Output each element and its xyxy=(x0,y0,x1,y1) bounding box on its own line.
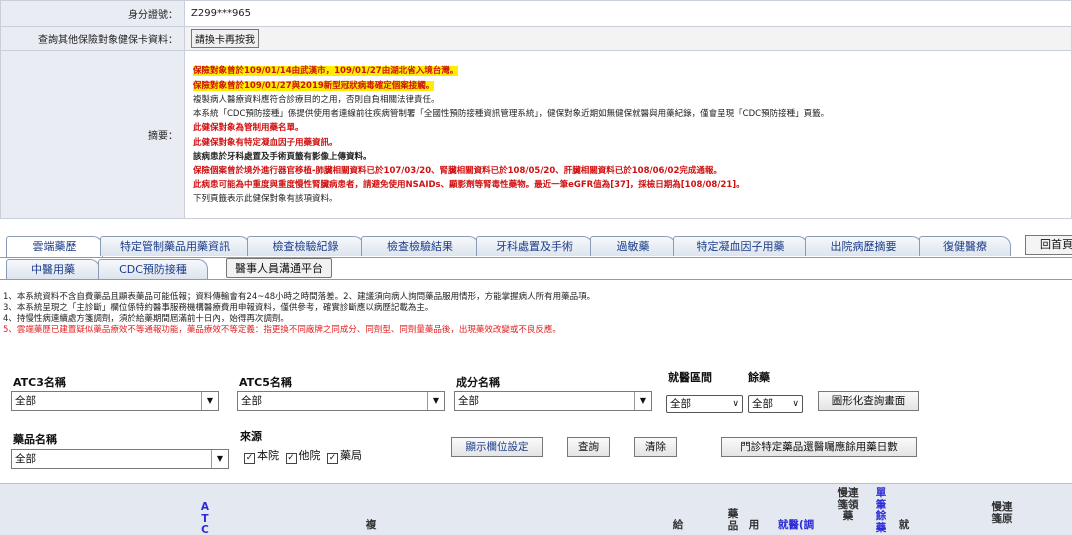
summary-line-text: 複製病人醫療資料應符合診療目的之用，否則自負相關法律責任。 xyxy=(193,94,440,105)
note-line: 1、本系統資料不含自費藥品且顯表藥品可能低報；資料傳輸會有24~48小時之時間落… xyxy=(3,292,596,302)
summary-line-text: 下列頁籤表示此健保對象有該項資料。 xyxy=(193,194,338,205)
chevron-down-icon: ▼ xyxy=(427,392,444,410)
medication-grid-header: ATC 複 給 藥品 用 就醫(調 慢連箋領藥 單筆餘藥 就 慢連箋原 xyxy=(0,483,1072,535)
period-label: 就醫區間 xyxy=(668,371,712,384)
tab-cdc-vaccination[interactable]: CDC預防接種 xyxy=(98,259,208,279)
tab-staff-platform[interactable]: 醫事人員溝通平台 xyxy=(226,258,332,278)
chevron-down-icon: ∨ xyxy=(732,399,739,409)
checkbox-checked[interactable]: ✓ xyxy=(327,453,338,464)
drug-name-value: 全部 xyxy=(15,453,36,465)
source-checkboxes: ✓ 本院 ✓ 他院 ✓ 藥局 xyxy=(244,447,362,464)
note-line-alert: 5、雲端藥歷已建置疑似藥品療效不等通報功能，藥品療效不等定義：指更換不同廠牌之同… xyxy=(3,325,561,335)
col-header-atc[interactable]: ATC xyxy=(199,501,211,535)
summary-line-text: 保險個案曾於境外進行器官移植-肺臟相關資料已於107/03/20、腎臟相關資料已… xyxy=(193,165,722,176)
tab-dental[interactable]: 牙科處置及手術 xyxy=(476,236,593,256)
home-button[interactable]: 回首頁 xyxy=(1025,235,1072,255)
patient-info-table: 身分證號： Z299***965 查詢其他保險對象健保卡資料： 請換卡再按我 摘… xyxy=(0,0,1072,219)
ingredient-value: 全部 xyxy=(458,395,479,407)
tab-cloud-medication[interactable]: 雲端藥歷 xyxy=(6,236,103,257)
atc5-value: 全部 xyxy=(241,395,262,407)
remaining-select[interactable]: 全部 ∨ xyxy=(748,395,803,413)
tab-exam-results[interactable]: 檢查檢驗結果 xyxy=(361,236,479,256)
col-header-dispense[interactable]: 給 xyxy=(671,519,685,532)
col-header-chronic-dispense[interactable]: 慢連箋領藥 xyxy=(836,487,860,523)
note-line: 4、持慢性病連續處方箋調劑，須於給藥期間屆滿前十日內，始得再次調劑。 xyxy=(3,314,289,324)
ingredient-select[interactable]: 全部 ▼ xyxy=(454,391,652,411)
col-header-drug[interactable]: 藥品 xyxy=(727,508,739,532)
tab-controlled-drugs[interactable]: 特定管制藥品用藥資訊 xyxy=(100,236,250,256)
remaining-value: 全部 xyxy=(752,398,773,410)
atc3-select[interactable]: 全部 ▼ xyxy=(11,391,219,411)
summary-line: 此健保對象為管制用藥名單。 xyxy=(193,121,1071,135)
id-label: 身分證號： xyxy=(0,0,185,27)
summary-line-text: 此健保對象為管制用藥名單。 xyxy=(193,123,304,134)
clear-button[interactable]: 清除 xyxy=(634,437,677,457)
atc3-label: ATC3名稱 xyxy=(13,376,66,389)
summary-line-text: 保險對象曾於109/01/14由武漢市，109/01/27由湖北省入境台灣。 xyxy=(193,66,459,77)
summary-line-text: 本系統「CDC預防接種」係提供使用者連線前往疾病管制署「全國性預防接種資訊管理系… xyxy=(193,109,830,120)
chevron-down-icon: ▼ xyxy=(201,392,218,410)
swap-card-button[interactable]: 請換卡再按我 xyxy=(191,29,259,48)
summary-line: 保險對象曾於109/01/14由武漢市，109/01/27由湖北省入境台灣。 xyxy=(193,64,1071,78)
source-label: 來源 xyxy=(240,430,262,443)
col-header-usage[interactable]: 用 xyxy=(747,519,761,532)
source-option[interactable]: ✓ 本院 xyxy=(244,449,279,464)
checkbox-checked[interactable]: ✓ xyxy=(244,453,255,464)
summary-line: 本系統「CDC預防接種」係提供使用者連線前往疾病管制署「全國性預防接種資訊管理系… xyxy=(193,107,1071,121)
ingredient-label: 成分名稱 xyxy=(456,376,500,389)
chevron-down-icon: ∨ xyxy=(792,399,799,409)
tab-bar-secondary: 中醫用藥 CDC預防接種 醫事人員溝通平台 xyxy=(0,258,1072,280)
col-header-chronic-original[interactable]: 慢連箋原 xyxy=(990,501,1014,525)
summary-line-text: 此健保對象有特定凝血因子用藥資訊。 xyxy=(193,137,338,148)
summary-label: 摘要： xyxy=(0,50,185,219)
summary-line: 保險對象曾於109/01/27與2019新型冠狀病毒確定個案接觸。 xyxy=(193,79,1071,93)
summary-line: 該病患於牙科處置及手術頁籤有影像上傳資料。 xyxy=(193,150,1071,164)
chevron-down-icon: ▼ xyxy=(634,392,651,410)
tab-bar-primary: 雲端藥歷 特定管制藥品用藥資訊 檢查檢驗紀錄 檢查檢驗結果 牙科處置及手術 過敏… xyxy=(0,234,1072,258)
source-option[interactable]: ✓ 藥局 xyxy=(327,449,362,464)
remaining-label: 餘藥 xyxy=(748,371,770,384)
display-columns-button[interactable]: 顯示欄位設定 xyxy=(451,437,543,457)
atc5-select[interactable]: 全部 ▼ xyxy=(237,391,445,411)
source-option[interactable]: ✓ 他院 xyxy=(285,449,321,464)
tab-chinese-medicine[interactable]: 中醫用藥 xyxy=(6,259,100,279)
summary-line: 此病患可能為中重度與重度慢性腎臟病患者，請避免使用NSAIDs、顯影劑等腎毒性藥… xyxy=(193,178,1071,192)
col-header-copy[interactable]: 複 xyxy=(364,519,378,532)
atc5-label: ATC5名稱 xyxy=(239,376,292,389)
note-line: 3、本系統呈現之「主診斷」欄位係特約醫事服務機構醫療費用申報資料，僅供參考，確實… xyxy=(3,303,434,313)
tab-discharge-summary[interactable]: 出院病歷摘要 xyxy=(805,236,922,256)
other-insured-label: 查詢其他保險對象健保卡資料： xyxy=(0,26,185,51)
summary-line-text: 該病患於牙科處置及手術頁籤有影像上傳資料。 xyxy=(193,151,372,162)
checkbox-checked[interactable]: ✓ xyxy=(285,453,297,464)
query-button[interactable]: 查詢 xyxy=(567,437,610,457)
summary-line-text: 保險對象曾於109/01/27與2019新型冠狀病毒確定個案接觸。 xyxy=(193,80,435,91)
atc3-value: 全部 xyxy=(15,395,36,407)
id-value: Z299***965 xyxy=(184,0,1072,27)
drug-name-select[interactable]: 全部 ▼ xyxy=(11,449,229,469)
chevron-down-icon: ▼ xyxy=(211,450,228,468)
tab-exam-records[interactable]: 檢查檢驗紀錄 xyxy=(247,236,364,256)
notes: 1、本系統資料不含自費藥品且顯表藥品可能低報；資料傳輸會有24~48小時之時間落… xyxy=(3,292,595,336)
summary-line: 下列頁籤表示此健保對象有該項資料。 xyxy=(193,192,1071,206)
col-header-visit[interactable]: 就 xyxy=(897,519,911,532)
tab-allergy[interactable]: 過敏藥 xyxy=(590,236,676,256)
summary-line: 此健保對象有特定凝血因子用藥資訊。 xyxy=(193,136,1071,150)
outpatient-days-button[interactable]: 門診特定藥品還醫囑應餘用藥日數 xyxy=(721,437,917,457)
col-header-visit-date[interactable]: 就醫(調 xyxy=(771,519,821,532)
tab-coagulation[interactable]: 特定凝血因子用藥 xyxy=(673,236,808,256)
period-value: 全部 xyxy=(670,398,691,410)
period-select[interactable]: 全部 ∨ xyxy=(666,395,743,413)
drug-name-label: 藥品名稱 xyxy=(13,433,57,446)
graph-query-button[interactable]: 圖形化查詢畫面 xyxy=(818,391,919,411)
summary-line-text: 此病患可能為中重度與重度慢性腎臟病患者，請避免使用NSAIDs、顯影劑等腎毒性藥… xyxy=(193,180,745,191)
summary-list: 保險對象曾於109/01/14由武漢市，109/01/27由湖北省入境台灣。 保險… xyxy=(191,60,1071,208)
summary-line: 複製病人醫療資料應符合診療目的之用，否則自負相關法律責任。 xyxy=(193,93,1071,107)
tab-rehab[interactable]: 復健醫療 xyxy=(919,236,1011,256)
col-header-single-remaining[interactable]: 單筆餘藥 xyxy=(874,487,888,534)
summary-line: 保險個案曾於境外進行器官移植-肺臟相關資料已於107/03/20、腎臟相關資料已… xyxy=(193,164,1071,178)
